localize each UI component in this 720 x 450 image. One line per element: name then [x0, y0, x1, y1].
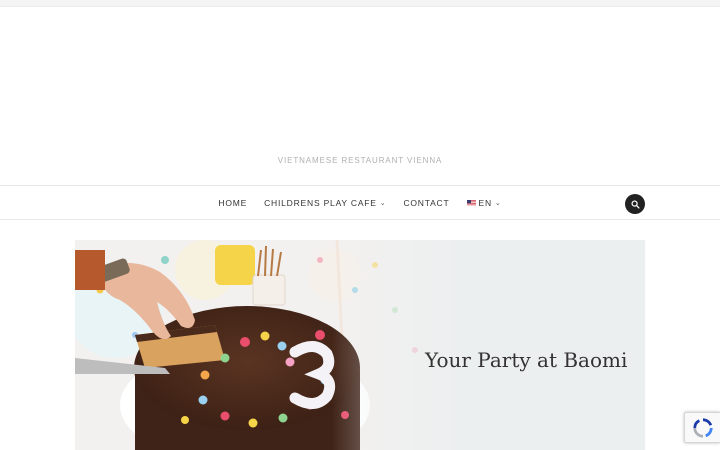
main-navigation: HOME CHILDRENS PLAY CAFE ⌄ CONTACT EN ⌄ [0, 185, 720, 220]
chevron-down-icon: ⌄ [379, 199, 387, 207]
hero-title: Your Party at Baomi [425, 348, 628, 372]
recaptcha-badge[interactable] [684, 412, 720, 443]
language-label: EN [478, 197, 492, 208]
top-bar [0, 0, 720, 7]
chevron-down-icon: ⌄ [494, 199, 502, 207]
nav-item-childrens-play-cafe[interactable]: CHILDRENS PLAY CAFE ⌄ [264, 198, 386, 208]
nav-item-language[interactable]: EN ⌄ [466, 197, 502, 208]
nav-item-contact[interactable]: CONTACT [403, 198, 449, 208]
hero-banner[interactable]: Your Party at Baomi [75, 240, 645, 450]
search-button[interactable] [625, 194, 645, 214]
search-icon [630, 199, 640, 209]
nav-menu: HOME CHILDRENS PLAY CAFE ⌄ CONTACT EN ⌄ [0, 186, 720, 219]
nav-item-home[interactable]: HOME [218, 198, 247, 208]
nav-item-label: HOME [218, 197, 248, 208]
site-tagline: VIETNAMESE RESTAURANT VIENNA [277, 156, 443, 165]
nav-item-label: CHILDRENS PLAY CAFE [264, 197, 377, 208]
birthday-cake-photo [75, 240, 645, 450]
nav-item-label: CONTACT [403, 197, 450, 208]
recaptcha-icon [692, 417, 713, 438]
us-flag-icon [466, 199, 476, 206]
